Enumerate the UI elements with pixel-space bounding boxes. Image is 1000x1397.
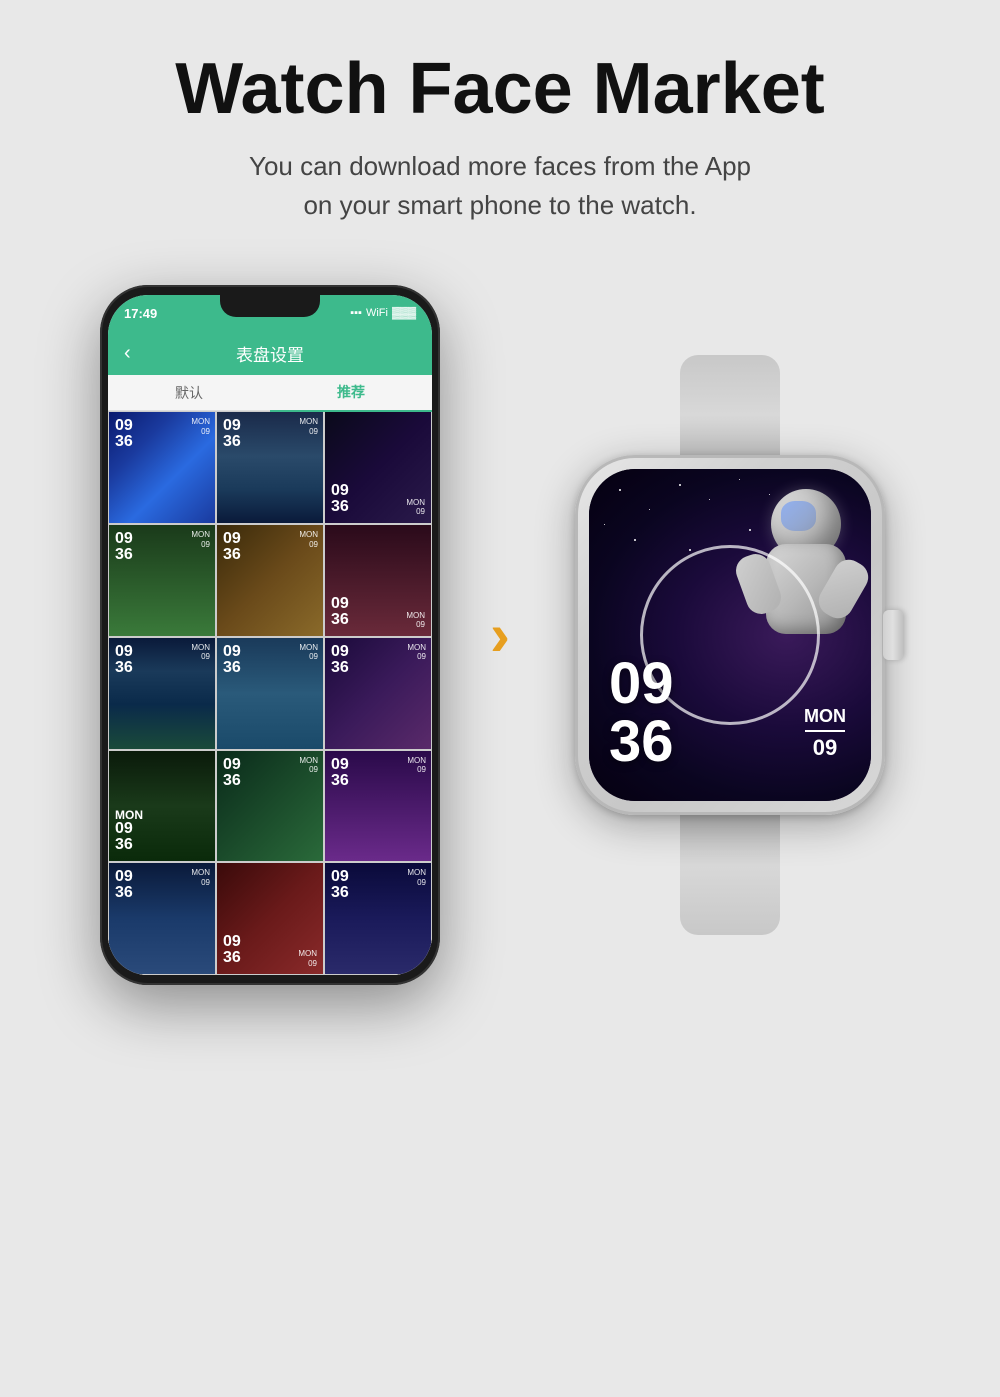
watch-face-item[interactable]: 09 36 MON09 [216, 862, 324, 975]
power-button [439, 465, 440, 520]
watch-face-item[interactable]: 09 36 MON09 [108, 524, 216, 637]
watch-face-item[interactable]: 09 36 MON09 [108, 637, 216, 750]
phone-notch [220, 295, 320, 317]
watch-face-item[interactable]: 09 36 MON09 [216, 411, 324, 524]
watch-face-item[interactable]: 09 36 MON09 [324, 637, 432, 750]
battery-icon: ▓▓▓ [392, 307, 416, 319]
watch-month: 09 [804, 735, 846, 761]
tab-recommended[interactable]: 推荐 [270, 374, 432, 412]
arrow-icon: › [490, 605, 510, 665]
phone-body: 17:49 ▪▪▪ WiFi ▓▓▓ ‹ 表盘设置 默认 [100, 285, 440, 985]
watch-outer: 09 36 MON 09 [575, 455, 885, 815]
watch-face-item[interactable]: MON 09 36 [108, 750, 216, 863]
watch-screen: 09 36 MON 09 [589, 469, 871, 801]
tab-default[interactable]: 默认 [108, 375, 270, 411]
content-row: 17:49 ▪▪▪ WiFi ▓▓▓ ‹ 表盘设置 默认 [0, 285, 1000, 985]
page-title: Watch Face Market [175, 50, 825, 129]
phone-screen: 17:49 ▪▪▪ WiFi ▓▓▓ ‹ 表盘设置 默认 [108, 295, 432, 975]
volume-down-button [100, 550, 101, 605]
nav-bar: ‹ 表盘设置 [108, 331, 432, 375]
watch-face-item[interactable]: 09 36 MON09 [216, 524, 324, 637]
watch-face-item[interactable]: 09 36 MON09 [108, 411, 216, 524]
watch-face-item[interactable]: 09 36 MON09 [216, 750, 324, 863]
watch-face-item[interactable]: 09 36 MON09 [324, 750, 432, 863]
tabs-bar: 默认 推荐 [108, 375, 432, 411]
page-container: Watch Face Market You can download more … [0, 0, 1000, 1397]
smartwatch-mockup: 09 36 MON 09 [560, 285, 900, 985]
status-time: 17:49 [124, 306, 157, 321]
phone-mockup: 17:49 ▪▪▪ WiFi ▓▓▓ ‹ 表盘设置 默认 [100, 285, 440, 985]
page-subtitle: You can download more faces from the App… [249, 147, 751, 225]
mute-button [100, 425, 101, 460]
watch-face-item[interactable]: 09 36 MON09 [324, 862, 432, 975]
watch-minute: 36 [609, 713, 674, 771]
watch-date-display: MON 09 [804, 706, 846, 762]
watch-hour: 09 [609, 655, 674, 713]
watch-crown [883, 610, 903, 660]
date-divider [805, 730, 845, 732]
watch-case: 09 36 MON 09 [575, 455, 885, 815]
wifi-icon: WiFi [366, 307, 388, 319]
status-icons: ▪▪▪ WiFi ▓▓▓ [350, 307, 416, 319]
watch-time-display: 09 36 [609, 655, 674, 771]
volume-up-button [100, 480, 101, 535]
watch-face-grid: 09 36 MON09 09 36 [108, 411, 432, 975]
watch-face-item[interactable]: 09 36 MON09 [108, 862, 216, 975]
watch-face-item[interactable]: 09 36 MON09 [216, 637, 324, 750]
signal-icon: ▪▪▪ [350, 307, 362, 319]
transfer-arrow: › [470, 605, 530, 665]
watch-day: MON [804, 706, 846, 728]
watch-face-item[interactable]: 09 36 MON09 [324, 411, 432, 524]
watch-face-item[interactable]: 09 36 MON09 [324, 524, 432, 637]
watch-band-bottom [680, 795, 780, 935]
nav-title: 表盘设置 [236, 341, 304, 366]
back-button[interactable]: ‹ [124, 342, 131, 365]
